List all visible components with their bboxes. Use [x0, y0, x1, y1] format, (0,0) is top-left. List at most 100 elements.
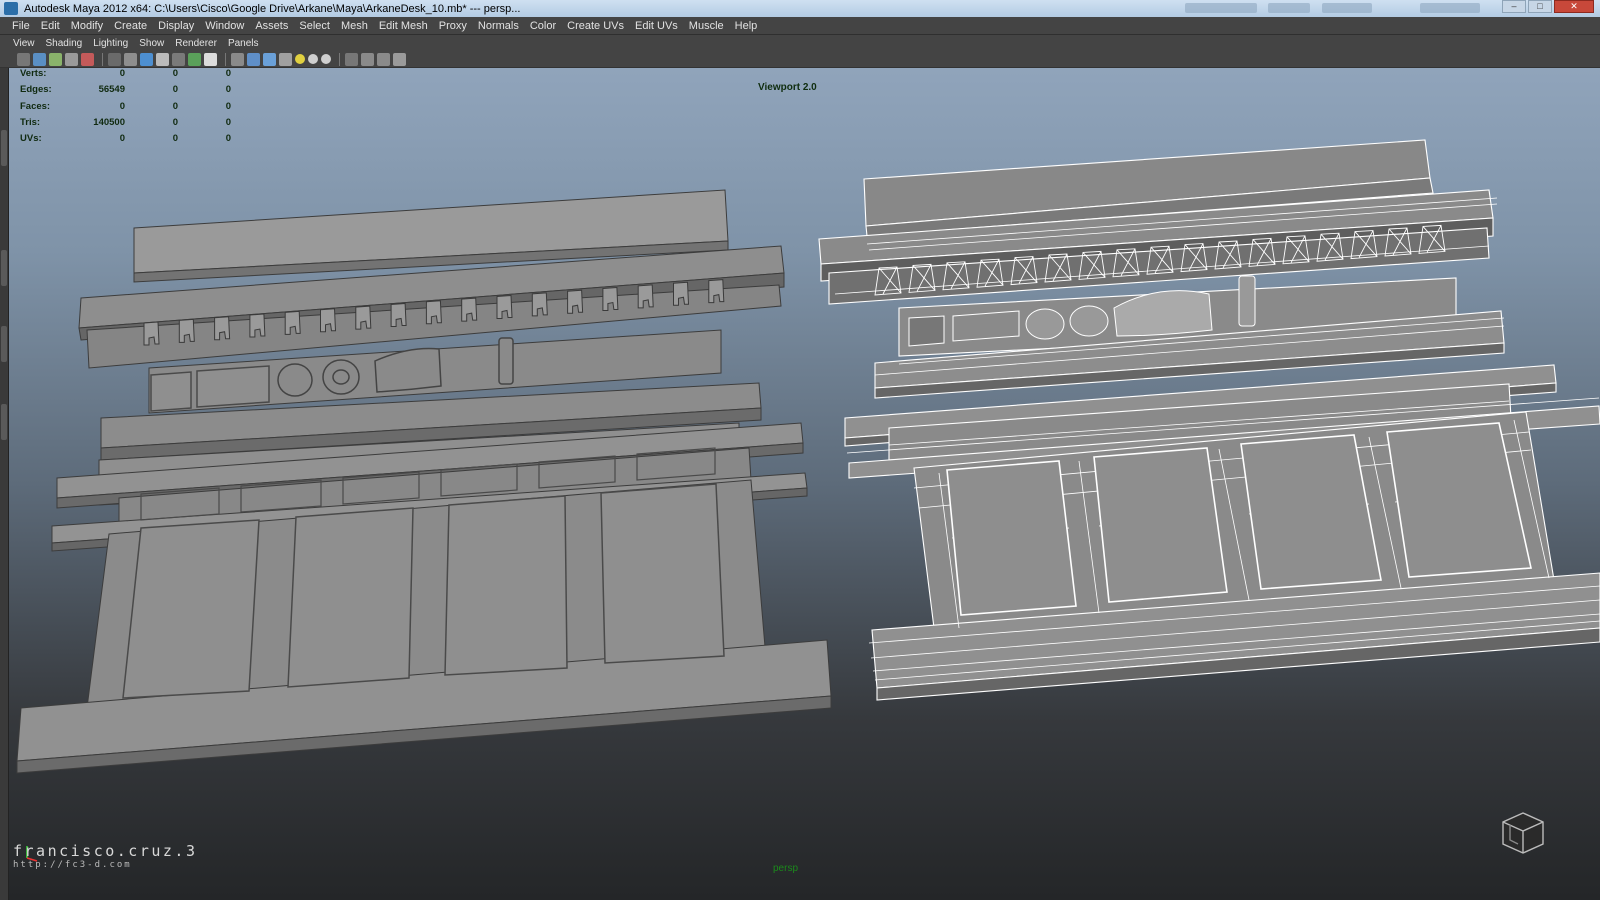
textured-icon[interactable] [279, 52, 292, 66]
menu-window[interactable]: Window [205, 20, 244, 32]
toolbar-separator [339, 52, 340, 66]
camera-icon[interactable] [17, 52, 30, 66]
hud-value: 0 [225, 116, 231, 128]
window-title: Autodesk Maya 2012 x64: C:\Users\Cisco\G… [24, 2, 521, 15]
field-chart-icon[interactable] [172, 52, 185, 66]
maximize-icon[interactable]: □ [1528, 0, 1552, 13]
panel-menu-shading[interactable]: Shading [46, 38, 83, 49]
toolbar-separator [102, 52, 103, 66]
hud-value: 0 [225, 133, 231, 145]
maya-app-icon [4, 2, 18, 15]
menu-edit[interactable]: Edit [41, 20, 60, 32]
hud-value: 0 [119, 68, 125, 79]
strip-handle[interactable] [1, 130, 7, 166]
panel-menu-view[interactable]: View [13, 38, 35, 49]
hud-label: Verts: [20, 68, 47, 79]
menu-muscle[interactable]: Muscle [689, 20, 724, 32]
hud-value: 56549 [98, 84, 125, 96]
image-plane-icon[interactable] [65, 52, 78, 66]
safe-action-icon[interactable] [188, 52, 201, 66]
menu-color[interactable]: Color [530, 20, 556, 32]
xray-icon[interactable] [361, 52, 374, 66]
hud-value: 0 [172, 133, 178, 145]
minimize-icon[interactable]: – [1502, 0, 1526, 13]
panel-menu-lighting[interactable]: Lighting [93, 38, 128, 49]
bookmark-icon[interactable] [49, 52, 62, 66]
menu-assets[interactable]: Assets [255, 20, 288, 32]
view-cube-icon[interactable] [1502, 812, 1544, 854]
backface-icon[interactable] [393, 52, 406, 66]
hud-label: Faces: [20, 100, 51, 112]
hud-label: Tris: [20, 116, 41, 128]
panel-menu-renderer[interactable]: Renderer [175, 38, 217, 49]
safe-title-icon[interactable] [204, 52, 217, 66]
menu-help[interactable]: Help [735, 20, 758, 32]
menu-edit-mesh[interactable]: Edit Mesh [379, 20, 428, 32]
hud-row: Tris: 140500 0 0 [20, 117, 240, 133]
xray-joints-icon[interactable] [377, 52, 390, 66]
hud-value: 0 [119, 100, 125, 112]
blurred-area [1185, 3, 1257, 13]
strip-handle[interactable] [1, 326, 7, 362]
hud-value: 0 [172, 100, 178, 112]
panel-menu-bar: View Shading Lighting Show Renderer Panels [0, 35, 1600, 51]
wireframe-on-shaded-icon[interactable] [263, 52, 276, 66]
hud-value: 0 [172, 68, 178, 79]
hud-row: UVs: 0 0 0 [20, 133, 240, 149]
title-bar: Autodesk Maya 2012 x64: C:\Users\Cisco\G… [0, 0, 1600, 17]
menu-create[interactable]: Create [114, 20, 147, 32]
toolbar-separator [225, 52, 226, 66]
scene-render [16, 139, 1600, 862]
main-menu-bar: File Edit Modify Create Display Window Assets S… [0, 17, 1600, 35]
use-lights-icon[interactable] [295, 54, 305, 64]
hud-row: Faces: 0 0 0 [20, 101, 240, 117]
menu-modify[interactable]: Modify [71, 20, 103, 32]
hud-value: 0 [225, 84, 231, 96]
panel-toolbar [0, 51, 1600, 68]
menu-edit-uvs[interactable]: Edit UVs [635, 20, 678, 32]
grid-icon[interactable] [108, 52, 121, 66]
wireframe-icon[interactable] [231, 52, 244, 66]
hud-row: Verts: 0 0 0 [20, 68, 240, 84]
strip-handle[interactable] [1, 250, 7, 286]
2d-pan-icon[interactable] [81, 52, 94, 66]
menu-proxy[interactable]: Proxy [439, 20, 467, 32]
hud-value: 0 [225, 68, 231, 79]
blurred-area [1322, 3, 1372, 13]
menu-create-uvs[interactable]: Create UVs [567, 20, 624, 32]
panel-menu-show[interactable]: Show [139, 38, 164, 49]
camera-label: persp [773, 863, 799, 874]
menu-normals[interactable]: Normals [478, 20, 519, 32]
shadows-icon[interactable] [308, 54, 318, 64]
menu-display[interactable]: Display [158, 20, 194, 32]
blurred-area [1268, 3, 1310, 13]
high-quality-icon[interactable] [321, 54, 331, 64]
hud-value: 0 [225, 100, 231, 112]
window-controls: – □ ✕ [1502, 0, 1594, 13]
watermark-name: francisco.cruz.3 [13, 842, 198, 860]
smooth-shade-icon[interactable] [247, 52, 260, 66]
isolate-select-icon[interactable] [345, 52, 358, 66]
watermark: francisco.cruz.3 http://fc3-d.com [13, 842, 198, 870]
hud-value: 0 [119, 133, 125, 145]
wireframe-mesh [818, 139, 1600, 701]
camera-attributes-icon[interactable] [33, 52, 46, 66]
watermark-url: http://fc3-d.com [13, 860, 132, 870]
hud-label: Edges: [20, 84, 52, 96]
strip-handle[interactable] [1, 404, 7, 440]
poly-count-hud: Verts: 0 0 0 Edges: 56549 0 0 Faces: 0 0 0 Tris: 1405… [20, 68, 240, 149]
close-icon[interactable]: ✕ [1554, 0, 1594, 13]
renderer-label: Viewport 2.0 [758, 82, 817, 93]
resolution-gate-icon[interactable] [140, 52, 153, 66]
menu-select[interactable]: Select [299, 20, 330, 32]
menu-file[interactable]: File [12, 20, 30, 32]
hud-row: Edges: 56549 0 0 [20, 84, 240, 100]
menu-mesh[interactable]: Mesh [341, 20, 368, 32]
film-gate-icon[interactable] [124, 52, 137, 66]
hud-value: 0 [172, 116, 178, 128]
hud-value: 0 [172, 84, 178, 96]
blurred-area [1420, 3, 1480, 13]
panel-menu-panels[interactable]: Panels [228, 38, 259, 49]
gate-mask-icon[interactable] [156, 52, 169, 66]
viewport-persp[interactable]: Verts: 0 0 0 Edges: 56549 0 0 Faces: 0 0 0 Tris: 1405… [9, 68, 1600, 900]
